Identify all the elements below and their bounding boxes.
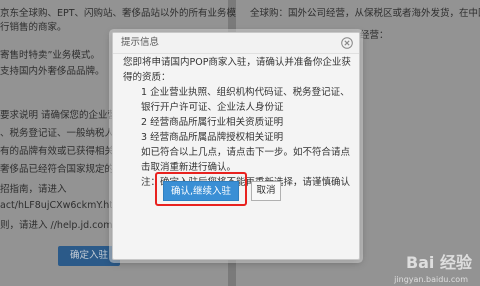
dialog-text-line: 您即将申请国内POP商家入驻，请确认并准备你企业获 [123, 57, 351, 68]
dialog-text-line: 如已符合以上几点，请点击下一步。如不符合请点 [141, 147, 351, 158]
baidu-watermark-logo: Bai 经验 [405, 253, 472, 272]
bg-text-line: 招指南，请进入 [0, 184, 67, 195]
bg-text-line: 有的品牌有效或已获得相关授 [0, 146, 124, 157]
bg-text-line: 经营： [360, 30, 389, 41]
bg-text-line: 要求说明 请确保您的企业营业 [0, 110, 127, 121]
bg-text-line: 全球购：国外公司经营，从保税区或者海外发货，在中国大 [250, 8, 480, 19]
close-icon[interactable] [341, 37, 353, 49]
dialog-text-line: 得的资质： [123, 72, 171, 83]
dialog-text-line: 2 经营商品所属行业相关资质证明 [141, 117, 284, 128]
dialog-text-line: 1 企业营业执照、组织机构代码证、税务登记证、 [141, 87, 350, 98]
info-dialog: 提示信息 您即将申请国内POP商家入驻，请确认并准备你企业获 得的资质： 1 企… [112, 32, 360, 260]
confirm-settle-button[interactable]: 确定入驻 [58, 246, 120, 266]
cancel-button[interactable]: 取消 [251, 181, 281, 201]
bg-text-line: 京东全球购、EPT、闪购站、奢侈品站以外的所有业务模 [0, 8, 237, 19]
dialog-body: 您即将申请国内POP商家入驻，请确认并准备你企业获 得的资质： 1 企业营业执照… [123, 55, 353, 189]
dialog-header: 提示信息 [113, 33, 359, 54]
dialog-text-line: 银行开户许可证、企业法人身份证 [141, 102, 284, 113]
bg-text-line: 支持国内外奢侈品品牌。 [0, 66, 105, 77]
bg-text-line: 行销售的商家。 [0, 22, 67, 33]
bg-text-line: 寄售时特卖”业务模式。 [0, 50, 100, 61]
dialog-title: 提示信息 [121, 37, 160, 48]
baidu-watermark-url: jingyan.baidu.com [394, 275, 468, 284]
confirm-continue-button[interactable]: 确认,继续入驻 [163, 181, 239, 201]
bg-text-line: 、税务登记证、一般纳税人资 [0, 128, 124, 139]
dialog-text-line: 3 经营商品所属品牌授权相关证明 [141, 132, 284, 143]
